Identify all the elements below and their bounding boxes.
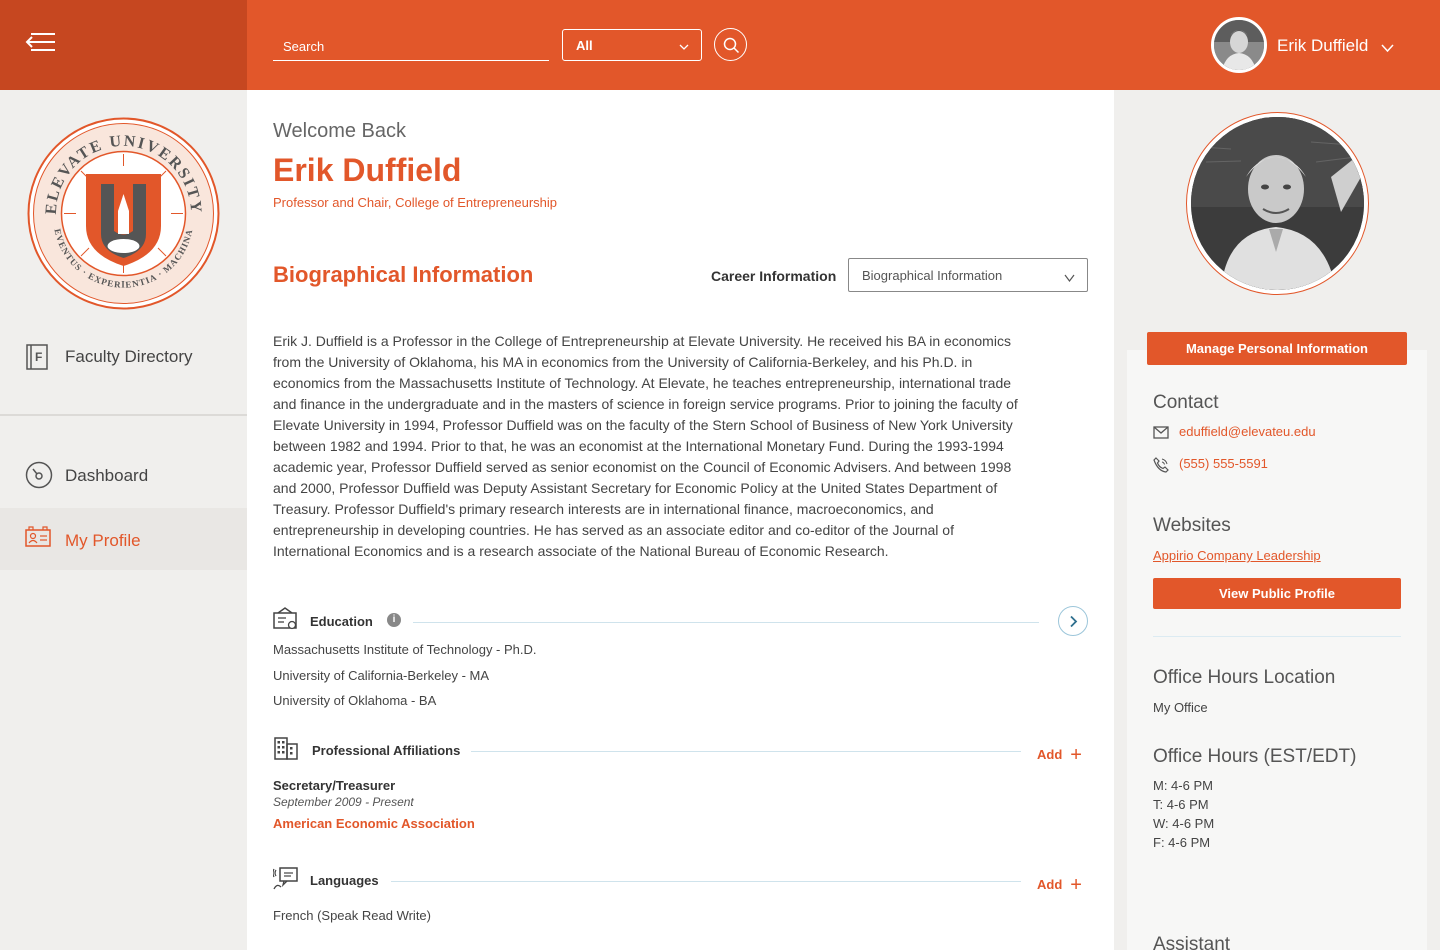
collapse-menu-icon[interactable] bbox=[25, 31, 57, 53]
phone-icon bbox=[1153, 457, 1169, 478]
email-link[interactable]: eduffield@elevateu.edu bbox=[1179, 424, 1316, 439]
view-public-profile-button[interactable]: View Public Profile bbox=[1153, 578, 1401, 609]
section-divider bbox=[471, 751, 1021, 752]
profile-card-icon bbox=[25, 526, 51, 553]
websites-heading: Websites bbox=[1153, 515, 1231, 536]
education-title: Education bbox=[310, 614, 373, 629]
plus-icon: + bbox=[1070, 874, 1082, 896]
add-label: Add bbox=[1037, 877, 1063, 892]
education-item: Massachusetts Institute of Technology - … bbox=[273, 642, 537, 657]
office-hours-item: M: 4-6 PM bbox=[1153, 778, 1213, 793]
search-input[interactable] bbox=[273, 30, 549, 60]
user-name[interactable]: Erik Duffield bbox=[1277, 36, 1368, 56]
education-next-button[interactable] bbox=[1058, 606, 1088, 636]
bio-paragraph: Erik J. Duffield is a Professor in the C… bbox=[273, 333, 1018, 559]
website-link[interactable]: Appirio Company Leadership bbox=[1153, 548, 1321, 563]
sidebar-item-label: Faculty Directory bbox=[65, 347, 193, 366]
info-icon[interactable]: i bbox=[387, 613, 401, 627]
contact-card bbox=[1127, 350, 1427, 950]
career-info-label: Career Information bbox=[711, 268, 837, 284]
mail-icon bbox=[1153, 426, 1169, 444]
chevron-down-icon bbox=[1064, 270, 1075, 285]
sidebar-item-faculty-directory[interactable]: F Faculty Directory bbox=[0, 325, 247, 387]
chevron-down-icon[interactable] bbox=[1381, 40, 1394, 58]
sidebar-item-my-profile[interactable]: My Profile bbox=[0, 508, 247, 570]
search-button[interactable] bbox=[714, 28, 747, 61]
profile-photo bbox=[1186, 112, 1369, 295]
add-language-button[interactable]: Add + bbox=[1037, 872, 1082, 896]
affiliations-title: Professional Affiliations bbox=[312, 743, 461, 758]
directory-icon: F bbox=[25, 343, 49, 376]
section-heading: Biographical Information bbox=[273, 262, 534, 287]
office-hours-item: T: 4-6 PM bbox=[1153, 797, 1209, 812]
sidebar-item-dashboard[interactable]: Dashboard bbox=[0, 444, 247, 506]
assistant-heading: Assistant bbox=[1153, 934, 1231, 950]
speech-bubble-icon bbox=[272, 865, 299, 896]
languages-title: Languages bbox=[310, 873, 379, 888]
dashboard-gauge-icon bbox=[25, 461, 53, 494]
section-divider bbox=[413, 622, 1039, 623]
search-filter-select[interactable]: All bbox=[562, 29, 702, 61]
phone-link[interactable]: (555) 555-5591 bbox=[1179, 456, 1268, 471]
career-info-select[interactable]: Biographical Information bbox=[848, 258, 1088, 292]
career-select-value: Biographical Information bbox=[862, 268, 1003, 283]
contact-heading: Contact bbox=[1153, 392, 1219, 413]
add-label: Add bbox=[1037, 747, 1063, 762]
affiliation-organization-link[interactable]: American Economic Association bbox=[273, 816, 475, 831]
languages-section-header: Languages Add + bbox=[272, 865, 1088, 896]
affiliation-role: Secretary/Treasurer bbox=[273, 778, 396, 793]
top-header: All Erik Duffield bbox=[0, 0, 1440, 90]
university-seal-logo: ELEVATE UNIVERSITY EVENTUS · EXPERIENTIA… bbox=[27, 117, 220, 310]
education-certificate-icon bbox=[273, 606, 299, 637]
education-item: University of Oklahoma - BA bbox=[273, 693, 437, 708]
office-hours-item: F: 4-6 PM bbox=[1153, 835, 1211, 850]
search-field-wrapper bbox=[273, 30, 549, 61]
header-brand-area bbox=[0, 0, 247, 90]
sidebar-item-label: My Profile bbox=[65, 531, 141, 550]
search-icon bbox=[723, 37, 740, 54]
office-hours-heading: Office Hours (EST/EDT) bbox=[1153, 746, 1357, 767]
sidebar-item-label: Dashboard bbox=[65, 466, 149, 485]
add-affiliation-button[interactable]: Add + bbox=[1037, 742, 1082, 766]
chevron-down-icon bbox=[679, 39, 689, 54]
office-location-value: My Office bbox=[1153, 700, 1208, 715]
language-item: French (Speak Read Write) bbox=[273, 908, 431, 923]
affiliations-section-header: Professional Affiliations Add + bbox=[273, 735, 1088, 766]
search-filter-value: All bbox=[576, 38, 593, 53]
chevron-right-icon bbox=[1070, 615, 1078, 628]
affiliation-dates: September 2009 - Present bbox=[273, 795, 414, 809]
office-location-heading: Office Hours Location bbox=[1153, 667, 1336, 688]
user-avatar[interactable] bbox=[1211, 17, 1267, 73]
education-item: University of California-Berkeley - MA bbox=[273, 668, 490, 683]
office-hours-item: W: 4-6 PM bbox=[1153, 816, 1215, 831]
welcome-text: Welcome Back bbox=[273, 120, 407, 142]
building-icon bbox=[273, 735, 299, 766]
plus-icon: + bbox=[1070, 744, 1082, 766]
page-title: Erik Duffield bbox=[273, 152, 462, 188]
sidebar-divider bbox=[0, 414, 247, 416]
manage-personal-info-button[interactable]: Manage Personal Information bbox=[1147, 332, 1407, 365]
section-divider bbox=[391, 881, 1021, 882]
faculty-title: Professor and Chair, College of Entrepre… bbox=[273, 195, 557, 210]
svg-text:F: F bbox=[35, 350, 42, 364]
panel-divider bbox=[1153, 636, 1401, 637]
education-section-header: Education i bbox=[273, 606, 1088, 636]
